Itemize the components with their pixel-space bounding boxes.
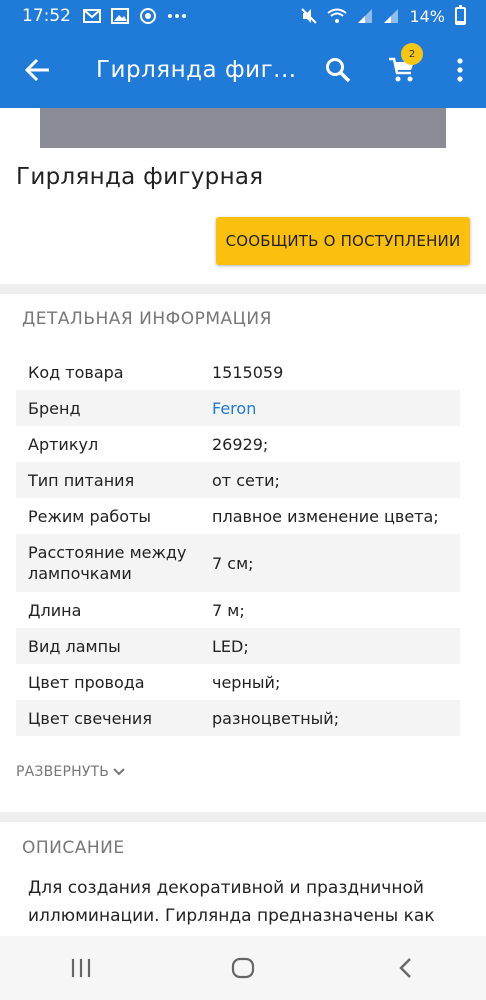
cart-count-badge: 2 — [401, 43, 423, 65]
table-row: Код товара 1515059 — [16, 354, 460, 390]
chevron-down-icon — [113, 768, 125, 776]
row-value: черный; — [212, 672, 281, 692]
image-icon — [111, 8, 129, 24]
arrow-back-icon — [25, 59, 49, 81]
row-value: от сети; — [212, 470, 280, 490]
row-key: Расстояние между лампочками — [28, 543, 187, 583]
product-title: Гирлянда фигурная — [16, 164, 264, 190]
status-notification-icons — [83, 7, 187, 25]
row-key: Режим работы — [28, 506, 152, 526]
row-value: 26929; — [212, 434, 269, 454]
row-value: разноцветный; — [212, 708, 340, 728]
search-icon — [326, 58, 351, 83]
table-row: Вид лампы LED; — [16, 628, 460, 664]
section-divider — [0, 812, 486, 822]
row-key: Вид лампы — [28, 636, 121, 656]
sync-icon — [140, 8, 156, 24]
row-value: плавное изменение цвета; — [212, 506, 439, 526]
description-text: Для создания декоративной и праздничной … — [28, 878, 435, 926]
app-bar-title: Гирлянда фиг... — [96, 57, 296, 83]
description-heading: ОПИСАНИЕ — [22, 838, 125, 858]
search-button[interactable] — [314, 40, 362, 100]
recent-apps-button[interactable] — [51, 943, 111, 993]
battery-percent: 14% — [409, 6, 445, 26]
row-value: 7 м; — [212, 600, 245, 620]
row-key: Цвет провода — [28, 672, 145, 692]
row-value: LED; — [212, 636, 249, 656]
home-icon — [231, 957, 255, 979]
mute-icon — [301, 8, 318, 24]
app-bar: Гирлянда фиг... 2 — [0, 32, 486, 108]
battery-level — [457, 21, 464, 23]
details-table: Код товара 1515059 Бренд Feron Артикул 2… — [16, 354, 460, 736]
table-row: Бренд Feron — [16, 390, 460, 426]
chevron-left-icon — [399, 958, 411, 978]
cart-button[interactable]: 2 — [378, 40, 426, 100]
back-button[interactable] — [0, 32, 76, 108]
back-nav-button[interactable] — [375, 943, 435, 993]
more-vertical-icon — [457, 58, 463, 82]
battery-icon — [455, 5, 466, 25]
table-row: Режим работы плавное изменение цвета; — [16, 498, 460, 534]
notify-availability-button[interactable]: СООБЩИТЬ О ПОСТУПЛЕНИИ — [216, 217, 470, 265]
row-value: 7 см; — [212, 553, 254, 573]
status-bar: 17:52 14% — [0, 0, 486, 32]
row-key: Цвет свечения — [28, 708, 152, 728]
home-button[interactable] — [213, 943, 273, 993]
row-value-link[interactable]: Feron — [200, 390, 460, 426]
table-row: Цвет свечения разноцветный; — [16, 700, 460, 736]
table-row: Артикул 26929; — [16, 426, 460, 462]
recent-apps-icon — [71, 959, 91, 977]
row-key: Артикул — [28, 434, 99, 454]
expand-label: РАЗВЕРНУТЬ — [16, 764, 110, 780]
row-key: Бренд — [28, 398, 81, 418]
mail-icon — [83, 9, 101, 23]
product-image — [40, 108, 446, 148]
row-key: Тип питания — [28, 470, 135, 490]
status-time: 17:52 — [22, 6, 71, 26]
system-nav-bar — [0, 936, 486, 1000]
row-key: Код товара — [28, 362, 124, 382]
table-row: Расстояние между лампочками 7 см; — [16, 534, 460, 592]
expand-details-button[interactable]: РАЗВЕРНУТЬ — [16, 764, 125, 780]
more-notifications-icon — [168, 14, 186, 18]
brand-link[interactable]: Feron — [212, 399, 256, 418]
details-heading: ДЕТАЛЬНАЯ ИНФОРМАЦИЯ — [22, 309, 272, 329]
section-divider — [0, 284, 486, 294]
table-row: Тип питания от сети; — [16, 462, 460, 498]
signal-icon-2 — [384, 9, 399, 23]
table-row: Цвет провода черный; — [16, 664, 460, 700]
wifi-icon — [327, 8, 348, 23]
more-options-button[interactable] — [440, 40, 480, 100]
table-row: Длина 7 м; — [16, 592, 460, 628]
signal-icon — [358, 9, 373, 23]
row-value: 1515059 — [212, 362, 284, 382]
row-key: Длина — [28, 600, 82, 620]
